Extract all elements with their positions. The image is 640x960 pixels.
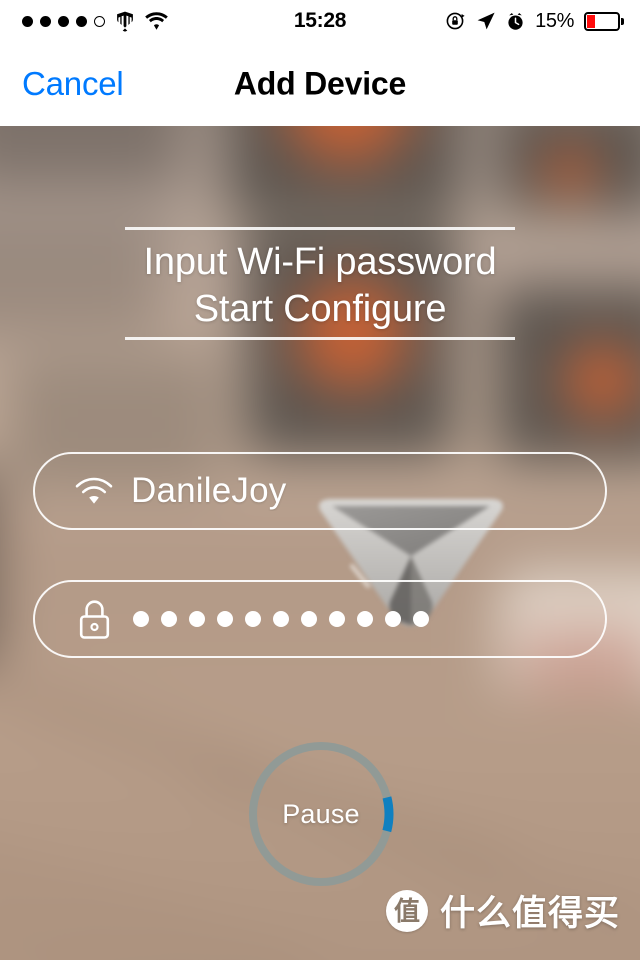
add-device-screen: 15:28 15% Cancel Add Device Input Wi-Fi … bbox=[0, 0, 640, 960]
page-title: Add Device bbox=[233, 65, 407, 102]
password-masked-value[interactable] bbox=[133, 611, 429, 627]
status-bar-right: 15% bbox=[446, 0, 624, 42]
password-dot bbox=[217, 611, 233, 627]
password-dot bbox=[301, 611, 317, 627]
heading-divider-bottom bbox=[125, 337, 515, 340]
wifi-glyph-icon bbox=[75, 477, 113, 504]
overlay-ui: Input Wi-Fi password Start Configure Dan… bbox=[0, 126, 640, 960]
password-dot bbox=[161, 611, 177, 627]
password-dot bbox=[385, 611, 401, 627]
password-dot bbox=[133, 611, 149, 627]
password-dot bbox=[273, 611, 289, 627]
wifi-ssid-value[interactable]: DanileJoy bbox=[131, 471, 605, 511]
watermark: 值 什么值得买 bbox=[385, 885, 620, 936]
battery-icon bbox=[584, 11, 624, 31]
wifi-password-field[interactable] bbox=[33, 580, 607, 658]
watermark-badge-icon: 值 bbox=[385, 889, 428, 932]
rotation-lock-icon bbox=[446, 12, 465, 30]
pause-button[interactable]: Pause bbox=[245, 738, 397, 890]
watermark-text: 什么值得买 bbox=[439, 894, 620, 933]
wifi-ssid-field[interactable]: DanileJoy bbox=[33, 452, 607, 530]
content-area: Input Wi-Fi password Start Configure Dan… bbox=[0, 126, 640, 960]
lock-icon bbox=[71, 598, 117, 640]
location-arrow-icon bbox=[477, 12, 495, 30]
battery-percent-label: 15% bbox=[535, 9, 574, 32]
status-bar: 15:28 15% bbox=[0, 0, 640, 42]
instruction-heading: Input Wi-Fi password Start Configure bbox=[0, 239, 640, 333]
heading-line-1: Input Wi-Fi password bbox=[143, 241, 497, 283]
battery-nub bbox=[621, 17, 624, 25]
clock-time: 15:28 bbox=[293, 9, 347, 32]
heading-line-2: Start Configure bbox=[193, 288, 447, 330]
progress-ring-icon bbox=[248, 741, 394, 887]
wifi-icon bbox=[71, 477, 117, 506]
password-dot bbox=[245, 611, 261, 627]
navigation-bar: Cancel Add Device bbox=[0, 42, 640, 126]
password-dot bbox=[329, 611, 345, 627]
password-dot bbox=[189, 611, 205, 627]
password-dot bbox=[413, 611, 429, 627]
battery-fill bbox=[587, 14, 595, 28]
alarm-clock-icon bbox=[508, 12, 523, 30]
password-dot bbox=[357, 611, 373, 627]
heading-divider-top bbox=[125, 227, 515, 230]
lock-glyph-icon bbox=[79, 600, 109, 639]
